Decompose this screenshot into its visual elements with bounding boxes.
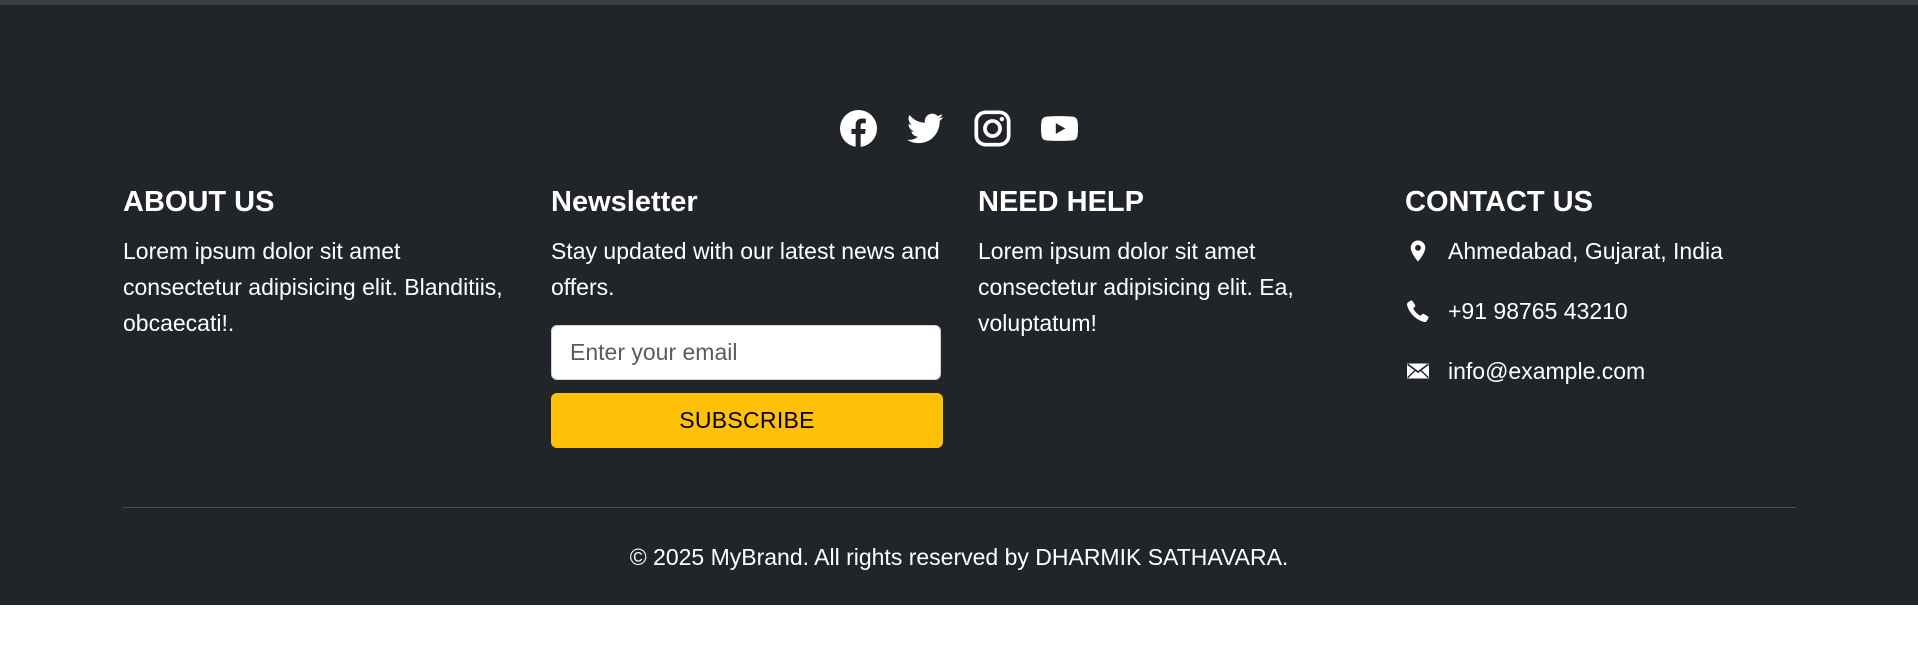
contact-address-text: Ahmedabad, Gujarat, India [1448, 237, 1723, 264]
contact-phone-text: +91 98765 43210 [1448, 297, 1628, 324]
copyright-text: © 2025 MyBrand. All rights reserved by D… [629, 544, 1289, 570]
contact-title: CONTACT US [1405, 186, 1593, 218]
social-links [0, 110, 1918, 147]
contact-section: CONTACT US Ahmedabad, Gujarat, India +91… [1405, 185, 1805, 389]
newsletter-section: Newsletter Stay updated with our latest … [551, 185, 943, 448]
about-title: ABOUT US [123, 186, 275, 218]
help-section: NEED HELP Lorem ipsum dolor sit amet con… [978, 185, 1378, 341]
newsletter-title: Newsletter [551, 186, 698, 218]
youtube-link[interactable] [1041, 110, 1078, 147]
envelope-icon [1405, 358, 1431, 384]
footer-divider [123, 507, 1796, 508]
help-title: NEED HELP [978, 186, 1144, 218]
about-section: ABOUT US Lorem ipsum dolor sit amet cons… [123, 185, 523, 341]
phone-icon [1405, 298, 1431, 324]
map-pin-icon [1405, 238, 1431, 264]
help-text: Lorem ipsum dolor sit amet consectetur a… [978, 238, 1294, 336]
instagram-link[interactable] [974, 110, 1011, 147]
facebook-icon [840, 110, 877, 147]
contact-address: Ahmedabad, Gujarat, India [1405, 233, 1805, 269]
site-footer: ABOUT US Lorem ipsum dolor sit amet cons… [0, 5, 1918, 605]
instagram-icon [974, 110, 1011, 147]
contact-email: info@example.com [1405, 353, 1805, 389]
contact-email-text: info@example.com [1448, 357, 1646, 384]
contact-phone: +91 98765 43210 [1405, 293, 1805, 329]
about-text: Lorem ipsum dolor sit amet consectetur a… [123, 238, 503, 336]
newsletter-text: Stay updated with our latest news and of… [551, 238, 940, 300]
twitter-link[interactable] [907, 110, 944, 147]
email-input[interactable] [551, 325, 941, 380]
facebook-link[interactable] [840, 110, 877, 147]
youtube-icon [1041, 116, 1078, 141]
twitter-icon [907, 113, 944, 144]
subscribe-button[interactable]: SUBSCRIBE [551, 393, 943, 448]
